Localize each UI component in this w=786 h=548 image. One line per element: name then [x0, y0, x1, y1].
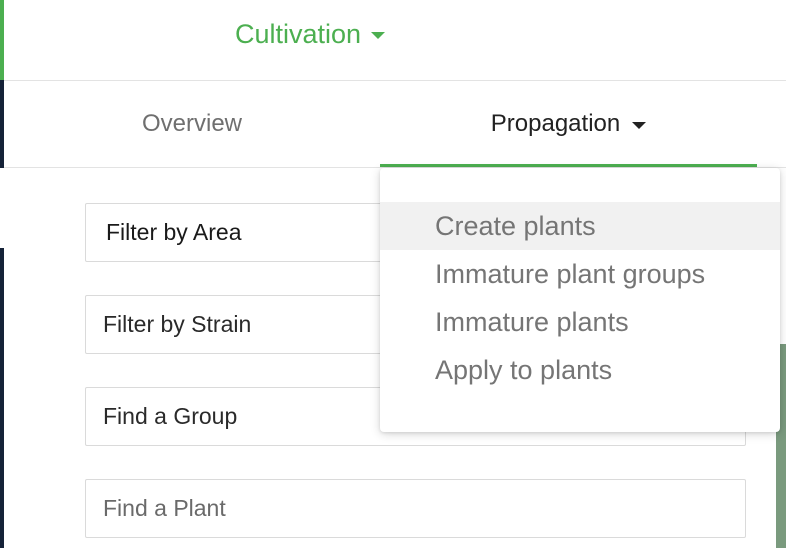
find-plant-placeholder: Find a Plant	[103, 495, 226, 521]
caret-down-icon	[632, 122, 647, 129]
menu-item-create-plants[interactable]: Create plants	[380, 202, 780, 250]
module-switcher-label: Cultivation	[235, 18, 362, 49]
caret-down-icon	[371, 32, 386, 39]
module-switcher-button[interactable]: Cultivation	[235, 16, 386, 52]
tab-overview-label: Overview	[141, 110, 243, 137]
filter-by-area-label: Filter by Area	[106, 219, 242, 245]
menu-item-label: Immature plant groups	[435, 258, 706, 289]
menu-item-immature-plants[interactable]: Immature plants	[380, 298, 780, 346]
tab-propagation-label: Propagation	[490, 110, 621, 137]
find-plant-input[interactable]: Find a Plant	[85, 479, 746, 538]
tab-bar: Overview Propagation	[4, 81, 786, 168]
tab-overview[interactable]: Overview	[4, 81, 380, 167]
filter-by-strain-label: Filter by Strain	[103, 311, 252, 337]
menu-item-label: Immature plants	[435, 306, 629, 337]
module-header: Cultivation	[4, 0, 786, 81]
menu-item-label: Create plants	[435, 210, 596, 241]
propagation-dropdown-menu: Create plants Immature plant groups Imma…	[380, 168, 780, 432]
menu-item-immature-plant-groups[interactable]: Immature plant groups	[380, 250, 780, 298]
find-group-label: Find a Group	[103, 403, 238, 429]
menu-item-apply-to-plants[interactable]: Apply to plants	[380, 346, 780, 394]
tab-propagation[interactable]: Propagation	[380, 81, 757, 167]
sidebar-edge	[0, 248, 4, 548]
cultivation-page: Cultivation Overview Propagation Filter …	[0, 0, 786, 548]
menu-item-label: Apply to plants	[435, 354, 613, 385]
active-tab-indicator	[380, 164, 757, 167]
